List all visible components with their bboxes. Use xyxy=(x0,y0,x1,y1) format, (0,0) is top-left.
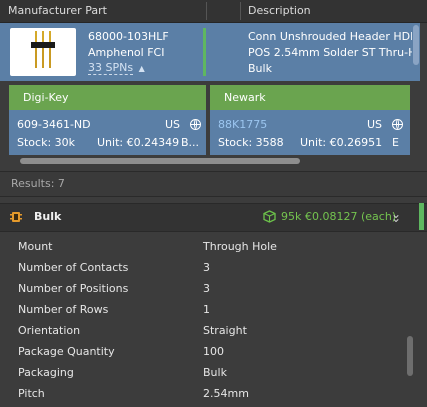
param-name: Pitch xyxy=(18,387,45,400)
supplier-stock: Stock: 30k xyxy=(17,136,76,149)
param-name: Mount xyxy=(18,240,53,253)
column-header-description[interactable]: Description xyxy=(248,4,311,17)
scrollbar-thumb[interactable] xyxy=(413,25,419,65)
results-count: Results: 7 xyxy=(11,177,65,190)
chip-icon xyxy=(9,210,23,227)
supplier-name: Digi-Key xyxy=(23,91,69,104)
param-row: Pitch 2.54mm xyxy=(18,384,398,405)
supplier-region: US xyxy=(367,118,403,131)
supplier-extra: B... xyxy=(181,136,200,149)
param-value: 3 xyxy=(203,282,210,295)
supplier-region: US xyxy=(165,118,201,131)
chevron-down-double-icon-lower: ⌄ xyxy=(391,211,402,225)
part-image xyxy=(10,28,76,76)
description-line-1: Conn Unshrouded Header HDR xyxy=(248,30,412,43)
packaging-status-indicator xyxy=(419,203,424,230)
parameter-list: Mount Through Hole Number of Contacts 3 … xyxy=(0,234,427,407)
globe-icon[interactable] xyxy=(189,119,201,130)
vertical-scrollbar[interactable] xyxy=(407,336,413,376)
param-row: Number of Rows 1 xyxy=(18,300,398,321)
description-line-2: POS 2.54mm Solder ST Thru-Ho xyxy=(248,46,412,59)
packaging-stock: 95k xyxy=(281,210,302,223)
param-value: 2.54mm xyxy=(203,387,249,400)
packaging-title: Bulk xyxy=(34,210,62,223)
supplier-unit-price: Unit: €0.26951 xyxy=(300,136,383,149)
param-row: Number of Positions 3 xyxy=(18,279,398,300)
status-indicator xyxy=(203,28,206,76)
packaging-header[interactable]: Bulk 95k €0.08127 (each) ⌄ ⌄ xyxy=(0,203,427,232)
table-header: Manufacturer Part Description xyxy=(0,0,427,23)
param-row: Orientation Straight xyxy=(18,321,398,342)
column-divider[interactable] xyxy=(240,2,241,20)
param-name: Package Quantity xyxy=(18,345,115,358)
column-divider[interactable] xyxy=(206,2,207,20)
caret-up-icon: ▲ xyxy=(138,64,145,73)
supplier-name: Newark xyxy=(224,91,266,104)
supplier-extra: E xyxy=(392,136,399,149)
supplier-card-newark[interactable]: Newark 88K1775 US Stock: 3588 Unit: €0.2… xyxy=(210,85,410,155)
param-name: Packaging xyxy=(18,366,74,379)
manufacturer-name: Amphenol FCI xyxy=(88,46,165,59)
horizontal-scrollbar[interactable] xyxy=(20,158,300,164)
param-name: Orientation xyxy=(18,324,81,337)
part-number[interactable]: 68000-103HLF xyxy=(88,30,169,43)
cube-icon xyxy=(263,210,276,226)
supplier-sku[interactable]: 609-3461-ND xyxy=(17,118,91,131)
param-value: 100 xyxy=(203,345,224,358)
supplier-stock: Stock: 3588 xyxy=(218,136,284,149)
supplier-card-digikey[interactable]: Digi-Key 609-3461-ND US Stock: 30k Unit:… xyxy=(9,85,206,155)
description-line-3: Bulk xyxy=(248,62,272,75)
supplier-unit-price: Unit: €0.24349 xyxy=(97,136,180,149)
globe-icon[interactable] xyxy=(391,119,403,130)
param-row: Mount Through Hole xyxy=(18,237,398,258)
region-label: US xyxy=(367,118,383,131)
param-value: Through Hole xyxy=(203,240,277,253)
region-label: US xyxy=(165,118,181,131)
param-name: Number of Contacts xyxy=(18,261,129,274)
results-bar: Results: 7 xyxy=(0,171,427,197)
param-row: Package Quantity 100 xyxy=(18,342,398,363)
param-value: Straight xyxy=(203,324,247,337)
param-value: 3 xyxy=(203,261,210,274)
spns-toggle[interactable]: 33 SPNs ▲ xyxy=(88,61,145,75)
param-name: Number of Rows xyxy=(18,303,109,316)
param-name: Number of Positions xyxy=(18,282,129,295)
header-connector-image xyxy=(31,31,55,68)
spns-label[interactable]: 33 SPNs xyxy=(88,61,134,75)
param-row: Number of Contacts 3 xyxy=(18,258,398,279)
param-value: Bulk xyxy=(203,366,227,379)
packaging-price: €0.08127 (each) xyxy=(305,210,397,223)
param-value: 1 xyxy=(203,303,210,316)
param-row: Packaging Bulk xyxy=(18,363,398,384)
column-header-part[interactable]: Manufacturer Part xyxy=(8,4,107,17)
supplier-sku-link[interactable]: 88K1775 xyxy=(218,118,267,131)
supplier-header: Digi-Key xyxy=(9,85,206,110)
supplier-header: Newark xyxy=(210,85,410,110)
